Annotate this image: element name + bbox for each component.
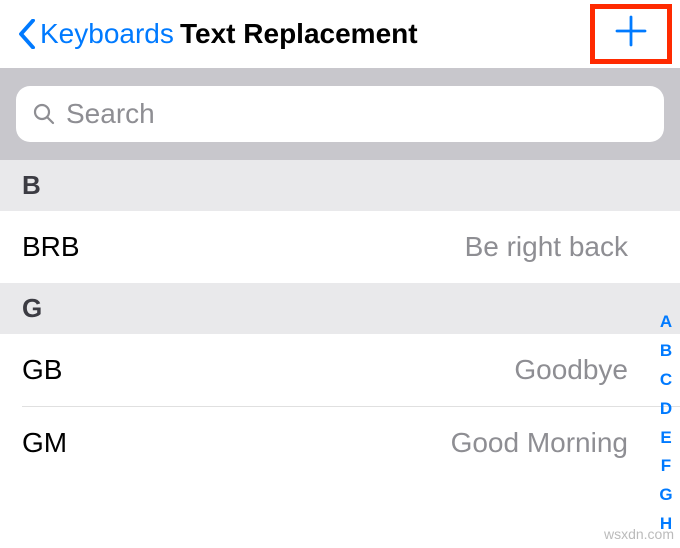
section-header: B (0, 160, 680, 211)
chevron-left-icon (18, 19, 36, 49)
replacement-row[interactable]: GM Good Morning (0, 407, 680, 479)
index-letter[interactable]: C (656, 366, 676, 395)
search-placeholder: Search (66, 98, 155, 130)
plus-icon (614, 14, 648, 48)
index-letter[interactable]: A (656, 308, 676, 337)
phrase-text: Good Morning (451, 427, 658, 459)
nav-bar: Keyboards Text Replacement (0, 0, 680, 68)
index-letter[interactable]: G (656, 481, 676, 510)
page-title: Text Replacement (180, 18, 418, 50)
index-letter[interactable]: D (656, 395, 676, 424)
search-area: Search (0, 68, 680, 160)
replacement-row[interactable]: GB Goodbye (0, 334, 680, 406)
replacement-row[interactable]: BRB Be right back (0, 211, 680, 283)
list: B BRB Be right back G GB Goodbye GM Good… (0, 160, 680, 479)
section-header: G (0, 283, 680, 334)
shortcut-text: BRB (22, 231, 80, 263)
index-letter[interactable]: F (656, 452, 676, 481)
shortcut-text: GM (22, 427, 67, 459)
back-label: Keyboards (40, 18, 174, 50)
index-letter[interactable]: B (656, 337, 676, 366)
add-highlight (590, 4, 672, 64)
phrase-text: Goodbye (514, 354, 658, 386)
phrase-text: Be right back (465, 231, 658, 263)
search-icon (32, 102, 56, 126)
back-button[interactable]: Keyboards (18, 18, 174, 50)
index-letter[interactable]: E (656, 424, 676, 453)
add-button[interactable] (614, 13, 648, 55)
shortcut-text: GB (22, 354, 62, 386)
search-input[interactable]: Search (16, 86, 664, 142)
watermark: wsxdn.com (604, 526, 674, 542)
alpha-index[interactable]: A B C D E F G H (656, 308, 676, 539)
